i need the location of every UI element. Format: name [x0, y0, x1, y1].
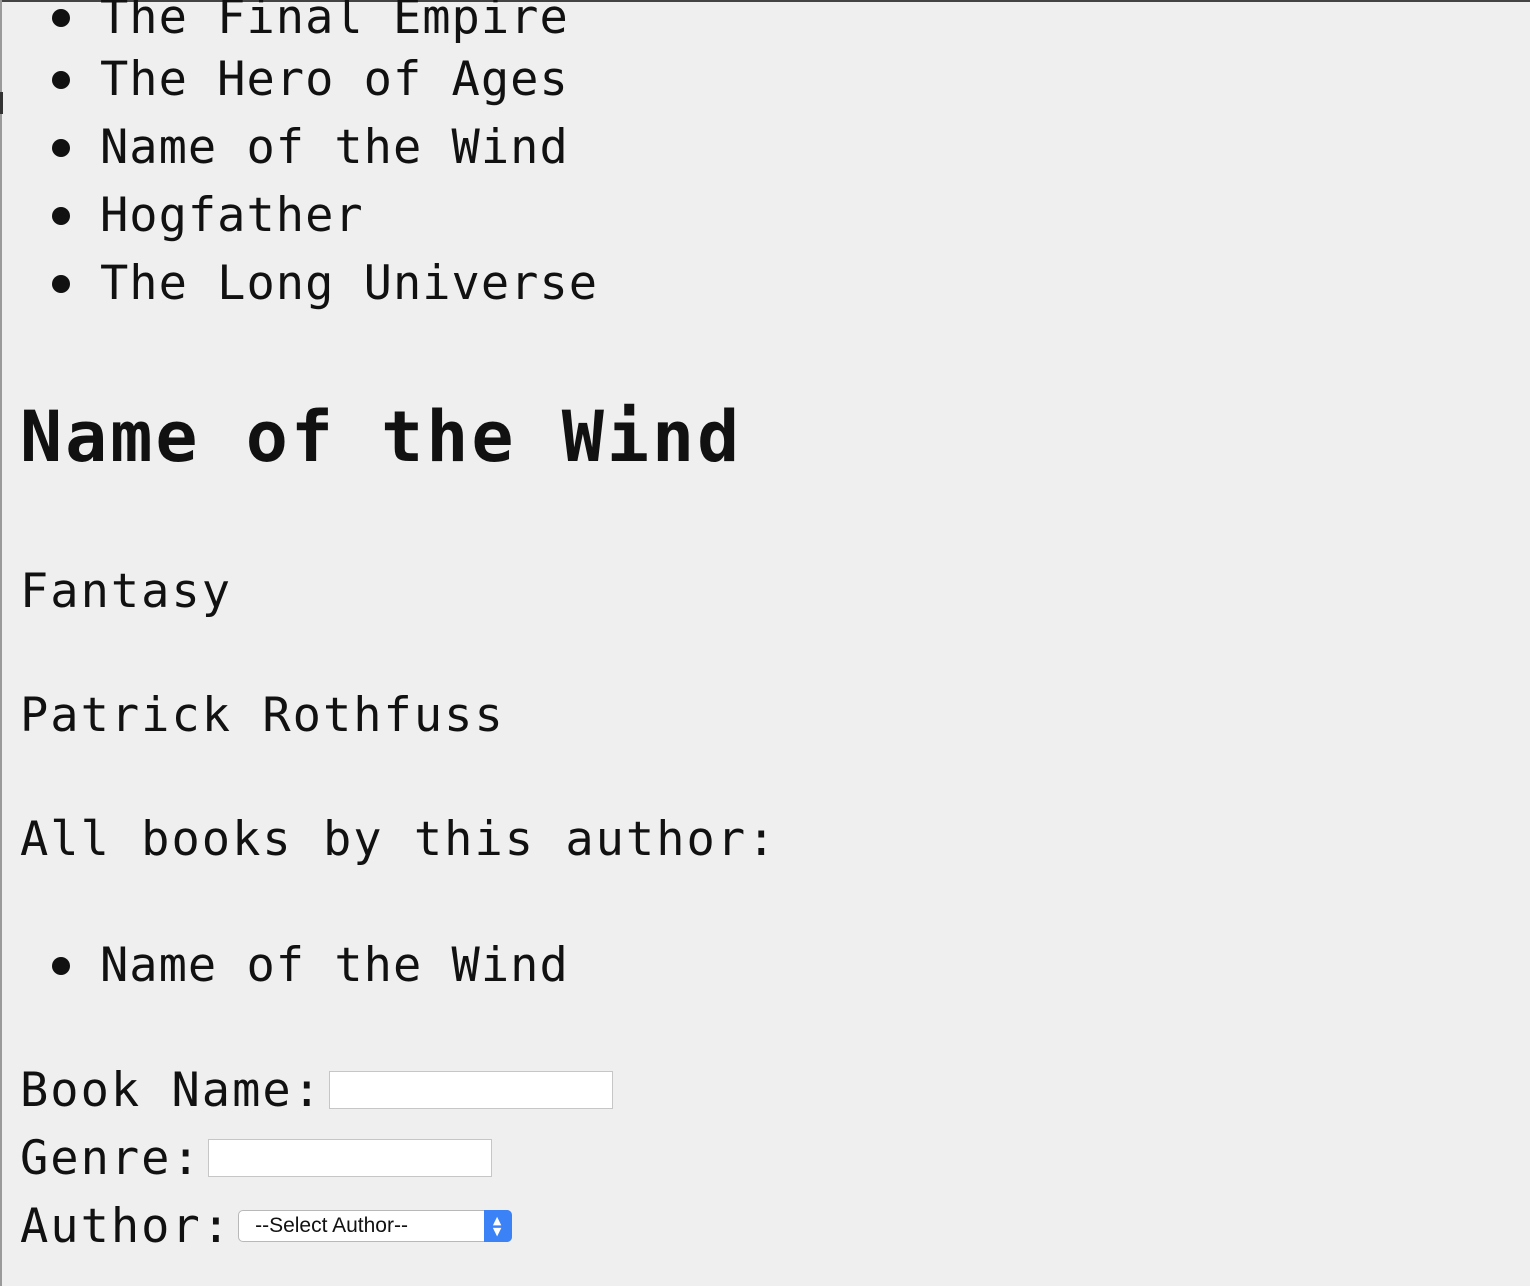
bullet-icon	[52, 206, 70, 225]
genre-input[interactable]	[207, 1139, 492, 1177]
book-list-item[interactable]: The Final Empire	[50, 0, 569, 48]
author-book-list-item-label[interactable]: Name of the Wind	[100, 938, 569, 993]
author-row: Author: --Select Author-- ▲ ▼	[20, 1196, 513, 1256]
bullet-icon	[52, 274, 70, 293]
author-label: Author:	[20, 1198, 233, 1254]
book-list-item-label[interactable]: Name of the Wind	[100, 120, 569, 175]
author-select[interactable]: --Select Author-- ▲ ▼	[238, 1210, 513, 1242]
book-detail-title: Name of the Wind	[20, 396, 743, 478]
author-books-heading: All books by this author:	[20, 812, 778, 867]
bullet-icon	[52, 70, 70, 89]
book-name-input[interactable]	[328, 1071, 613, 1109]
book-list-item-label[interactable]: The Final Empire	[100, 0, 569, 45]
window-left-marker	[0, 92, 3, 114]
author-book-list-item[interactable]: Name of the Wind	[50, 936, 569, 996]
book-list-item-label[interactable]: The Hero of Ages	[100, 52, 569, 107]
bullet-icon	[52, 956, 70, 975]
book-genre: Fantasy	[20, 564, 233, 619]
book-list-item-label[interactable]: Hogfather	[100, 188, 364, 243]
book-list-item[interactable]: Hogfather	[50, 186, 364, 246]
book-list-item[interactable]: The Hero of Ages	[50, 50, 569, 110]
book-list-item[interactable]: The Long Universe	[50, 254, 598, 314]
book-list-item[interactable]: Name of the Wind	[50, 118, 569, 178]
window-left-border	[0, 0, 2, 1286]
genre-row: Genre:	[20, 1128, 492, 1188]
genre-label: Genre:	[20, 1130, 202, 1186]
book-name-row: Book Name:	[20, 1060, 613, 1120]
author-select-value: --Select Author--	[255, 1214, 408, 1237]
book-list-item-label[interactable]: The Long Universe	[100, 256, 598, 311]
chevron-up-down-icon: ▲ ▼	[484, 1210, 513, 1242]
bullet-icon	[52, 8, 70, 27]
book-name-label: Book Name:	[20, 1062, 323, 1118]
book-author: Patrick Rothfuss	[20, 688, 505, 743]
bullet-icon	[52, 138, 70, 157]
